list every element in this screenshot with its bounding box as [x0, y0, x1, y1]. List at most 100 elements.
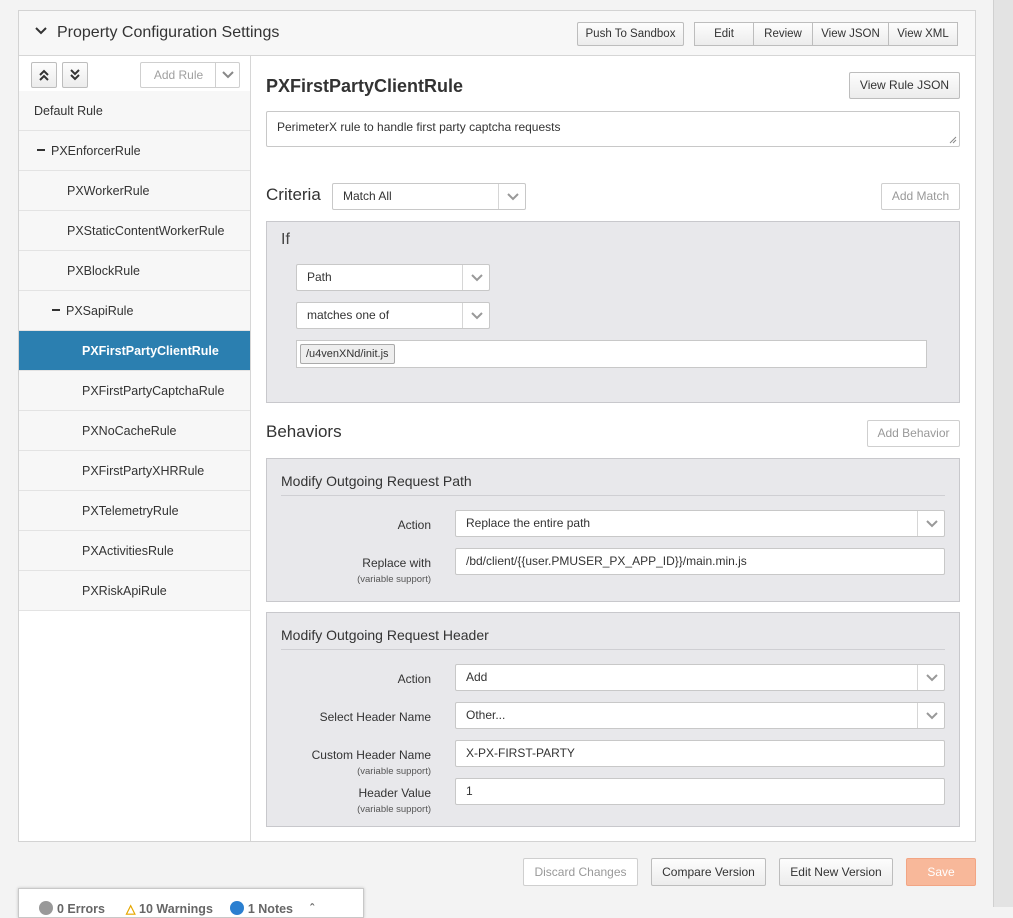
- rule-comment-text: PerimeterX rule to handle first party ca…: [277, 120, 561, 134]
- add-rule-dropdown[interactable]: [215, 63, 239, 87]
- replace-with-value: /bd/client/{{user.PMUSER_PX_APP_ID}}/mai…: [466, 554, 747, 568]
- tree-item-label: PXFirstPartyXHRRule: [82, 464, 205, 478]
- header-value-value: 1: [466, 784, 473, 798]
- rule-tree: Default Rule PXEnforcerRule PXWorkerRule…: [19, 91, 250, 611]
- tree-item-pxfirstpartyxhrrule[interactable]: PXFirstPartyXHRRule: [19, 451, 250, 491]
- tree-item-pxnocacherule[interactable]: PXNoCacheRule: [19, 411, 250, 451]
- tree-item-pxstaticcontentworkerrule[interactable]: PXStaticContentWorkerRule: [19, 211, 250, 251]
- tree-item-label: PXTelemetryRule: [82, 504, 179, 518]
- chevron-down-icon: [222, 71, 234, 79]
- tree-item-label: PXEnforcerRule: [51, 144, 141, 158]
- header-name-dropdown[interactable]: [917, 703, 944, 728]
- edit-button[interactable]: Edit: [694, 22, 754, 46]
- chevron-down-icon: [507, 193, 519, 201]
- tree-item-pxactivitiesrule[interactable]: PXActivitiesRule: [19, 531, 250, 571]
- criteria-operator-dropdown[interactable]: [462, 303, 489, 328]
- tree-item-label: PXBlockRule: [67, 264, 140, 278]
- criteria-operator-select[interactable]: matches one of: [296, 302, 490, 329]
- push-to-sandbox-button[interactable]: Push To Sandbox: [577, 22, 684, 46]
- criteria-operator-value: matches one of: [307, 308, 390, 322]
- expand-all-button[interactable]: [62, 62, 88, 88]
- tree-item-pxworkerrule[interactable]: PXWorkerRule: [19, 171, 250, 211]
- path-action-dropdown[interactable]: [917, 511, 944, 536]
- header-action-select[interactable]: Add: [455, 664, 945, 691]
- tree-item-label: PXFirstPartyClientRule: [82, 344, 219, 358]
- custom-header-name-value: X-PX-FIRST-PARTY: [466, 746, 575, 760]
- edit-new-version-button[interactable]: Edit New Version: [779, 858, 893, 886]
- replace-with-sub: (variable support): [357, 574, 431, 585]
- criteria-values-input[interactable]: /u4venXNd/init.js: [296, 340, 927, 368]
- tree-item-pxfirstpartyclientrule[interactable]: PXFirstPartyClientRule: [19, 331, 250, 371]
- match-mode-select[interactable]: Match All: [332, 183, 526, 210]
- status-items: 0 Errors △ 10 Warnings 1 Notes ˆ: [39, 901, 314, 916]
- header-name-select[interactable]: Other...: [455, 702, 945, 729]
- header-action-dropdown[interactable]: [917, 665, 944, 690]
- behaviors-title: Behaviors: [266, 422, 342, 441]
- view-json-button[interactable]: View JSON: [812, 22, 889, 46]
- criteria-field-dropdown[interactable]: [462, 265, 489, 290]
- error-info-icon: [39, 901, 53, 915]
- tree-item-label: PXSapiRule: [66, 304, 134, 318]
- add-rule-label: Add Rule: [153, 68, 204, 82]
- panel-title-text: Property Configuration Settings: [57, 24, 280, 41]
- header-value-input[interactable]: 1: [455, 778, 945, 805]
- rule-comment-textarea[interactable]: PerimeterX rule to handle first party ca…: [266, 111, 960, 147]
- save-button[interactable]: Save: [906, 858, 976, 886]
- warnings-count: 10 Warnings: [139, 902, 213, 916]
- resize-handle-icon[interactable]: [949, 136, 957, 144]
- behavior-modify-path: Modify Outgoing Request Path Action Repl…: [266, 458, 960, 602]
- view-rule-json-button[interactable]: View Rule JSON: [849, 72, 960, 99]
- header-value-text: Header Value: [358, 786, 432, 800]
- discard-changes-button[interactable]: Discard Changes: [523, 858, 638, 886]
- add-behavior-button[interactable]: Add Behavior: [867, 420, 960, 447]
- header-name-value: Other...: [466, 708, 506, 722]
- criteria-field-select[interactable]: Path: [296, 264, 490, 291]
- path-action-select[interactable]: Replace the entire path: [455, 510, 945, 537]
- add-rule-button[interactable]: Add Rule: [140, 62, 240, 88]
- collapse-minus-icon[interactable]: [37, 149, 45, 151]
- rule-tree-sidebar: Add Rule Default Rule PXEnforcerRule PXW…: [19, 56, 251, 841]
- criteria-value-token[interactable]: /u4venXNd/init.js: [300, 344, 395, 364]
- tree-item-pxsapirule[interactable]: PXSapiRule: [19, 291, 250, 331]
- double-chevron-up-icon: [39, 69, 49, 81]
- notes-info-icon: [229, 901, 244, 915]
- panel-title[interactable]: Property Configuration Settings: [35, 24, 279, 42]
- header-action-label: Action: [397, 672, 431, 686]
- view-xml-button[interactable]: View XML: [888, 22, 958, 46]
- header-action-value: Add: [466, 670, 488, 684]
- sidebar-toolbar: Add Rule: [19, 56, 250, 91]
- tree-item-pxfirstpartycaptcharule[interactable]: PXFirstPartyCaptchaRule: [19, 371, 250, 411]
- rule-title: PXFirstPartyClientRule: [266, 76, 464, 96]
- view-button-group: Edit Review View JSON View XML: [694, 22, 958, 46]
- panel-header: Property Configuration Settings Push To …: [19, 11, 975, 56]
- replace-with-input[interactable]: /bd/client/{{user.PMUSER_PX_APP_ID}}/mai…: [455, 548, 945, 575]
- tree-item-label: PXWorkerRule: [67, 184, 150, 198]
- criteria-title: Criteria: [266, 185, 321, 204]
- validation-status-bar[interactable]: 0 Errors △ 10 Warnings 1 Notes ˆ: [18, 888, 364, 918]
- match-mode-dropdown[interactable]: [498, 184, 525, 209]
- behavior-header-title: Modify Outgoing Request Header: [281, 627, 945, 650]
- compare-version-button[interactable]: Compare Version: [651, 858, 766, 886]
- errors-count: 0 Errors: [57, 902, 105, 916]
- tree-item-pxblockrule[interactable]: PXBlockRule: [19, 251, 250, 291]
- chevron-down-icon[interactable]: [35, 24, 49, 38]
- tree-item-default-rule[interactable]: Default Rule: [19, 91, 250, 131]
- add-match-button[interactable]: Add Match: [881, 183, 960, 210]
- collapse-all-button[interactable]: [31, 62, 57, 88]
- path-action-value: Replace the entire path: [466, 516, 591, 530]
- behavior-modify-header: Modify Outgoing Request Header Action Ad…: [266, 612, 960, 827]
- select-header-name-label: Select Header Name: [319, 710, 431, 724]
- review-button[interactable]: Review: [753, 22, 813, 46]
- tree-item-pxriskapirule[interactable]: PXRiskApiRule: [19, 571, 250, 611]
- replace-with-label: Replace with (variable support): [281, 556, 431, 585]
- tree-item-label: Default Rule: [34, 104, 103, 118]
- replace-with-text: Replace with: [362, 556, 431, 570]
- custom-header-name-input[interactable]: X-PX-FIRST-PARTY: [455, 740, 945, 767]
- tree-item-pxtelemetryrule[interactable]: PXTelemetryRule: [19, 491, 250, 531]
- criteria-field-value: Path: [307, 270, 332, 284]
- tree-item-pxenforcerrule[interactable]: PXEnforcerRule: [19, 131, 250, 171]
- custom-header-name-label: Custom Header Name (variable support): [281, 748, 431, 777]
- chevron-down-icon: [471, 274, 483, 282]
- collapse-minus-icon[interactable]: [52, 309, 60, 311]
- chevron-up-icon[interactable]: ˆ: [310, 902, 314, 916]
